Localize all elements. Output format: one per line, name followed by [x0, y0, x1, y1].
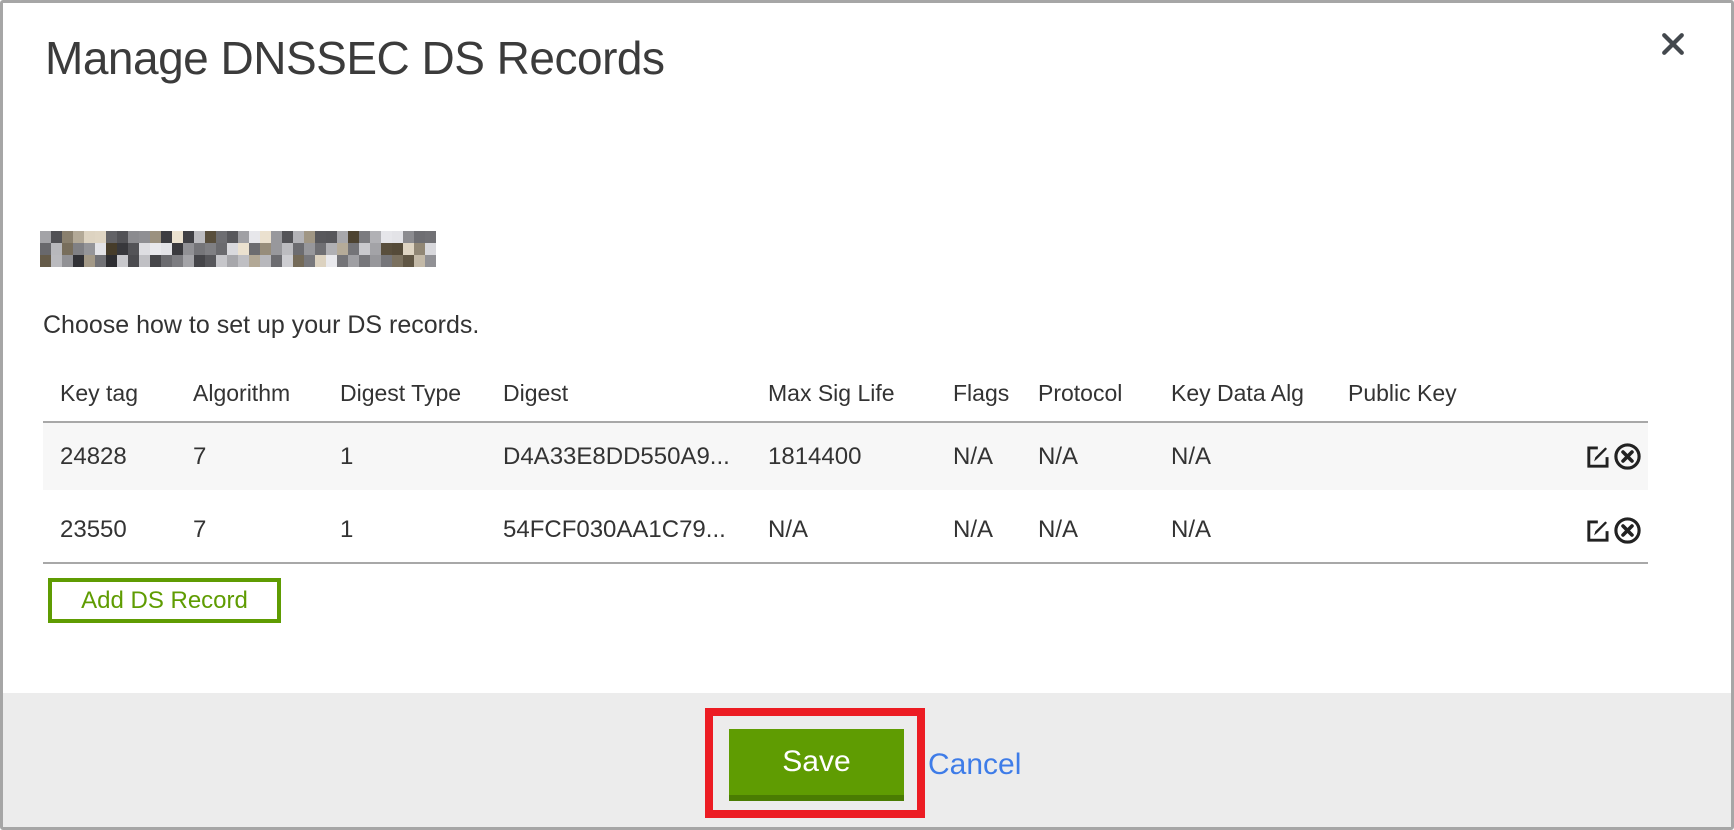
delete-icon: [1613, 533, 1642, 545]
cell-flags: N/A: [936, 443, 1021, 471]
save-button[interactable]: Save: [729, 729, 904, 801]
manage-dnssec-dialog: Manage DNSSEC DS Records Choose how to s…: [0, 0, 1734, 830]
cell-digest: 54FCF030AA1C79...: [486, 508, 751, 544]
cell-key-data-alg: N/A: [1154, 508, 1331, 544]
add-ds-record-button[interactable]: Add DS Record: [48, 578, 281, 623]
delete-record-button[interactable]: [1613, 442, 1642, 471]
column-header-digest: Digest: [486, 380, 751, 407]
column-header-key-tag: Key tag: [43, 380, 176, 407]
edit-record-button[interactable]: [1585, 443, 1612, 470]
edit-icon: [1585, 532, 1612, 545]
column-header-max-sig-life: Max Sig Life: [751, 380, 936, 407]
delete-icon: [1613, 459, 1642, 471]
cell-protocol: N/A: [1021, 508, 1154, 544]
cell-key-tag: 24828: [43, 443, 176, 471]
cell-protocol: N/A: [1021, 443, 1154, 471]
redacted-domain-name: [40, 231, 436, 267]
column-header-algorithm: Algorithm: [176, 380, 323, 407]
delete-record-button[interactable]: [1613, 516, 1642, 545]
edit-record-button[interactable]: [1585, 517, 1612, 544]
edit-icon: [1585, 458, 1612, 471]
table-row: 23550 7 1 54FCF030AA1C79... N/A N/A N/A …: [43, 490, 1648, 564]
cell-digest-type: 1: [323, 443, 486, 471]
cell-flags: N/A: [936, 508, 1021, 544]
cell-max-sig-life: N/A: [751, 508, 936, 544]
column-header-digest-type: Digest Type: [323, 380, 486, 407]
cell-algorithm: 7: [176, 443, 323, 471]
column-header-flags: Flags: [936, 380, 1021, 407]
cell-key-tag: 23550: [43, 508, 176, 544]
ds-records-table: Key tag Algorithm Digest Type Digest Max…: [43, 365, 1648, 564]
cancel-link[interactable]: Cancel: [928, 748, 1021, 782]
instruction-text: Choose how to set up your DS records.: [43, 311, 479, 340]
table-row: 24828 7 1 D4A33E8DD550A9... 1814400 N/A …: [43, 423, 1648, 490]
cell-digest: D4A33E8DD550A9...: [486, 443, 751, 471]
column-header-protocol: Protocol: [1021, 380, 1154, 407]
column-header-public-key: Public Key: [1331, 380, 1563, 407]
column-header-key-data-alg: Key Data Alg: [1154, 380, 1331, 407]
cell-digest-type: 1: [323, 508, 486, 544]
table-header-row: Key tag Algorithm Digest Type Digest Max…: [43, 365, 1648, 423]
cell-max-sig-life: 1814400: [751, 443, 936, 471]
page-title: Manage DNSSEC DS Records: [45, 31, 664, 85]
cell-key-data-alg: N/A: [1154, 443, 1331, 471]
close-icon: [1658, 47, 1688, 62]
cell-public-key: [1331, 522, 1563, 530]
cell-algorithm: 7: [176, 508, 323, 544]
close-button[interactable]: [1657, 29, 1689, 61]
